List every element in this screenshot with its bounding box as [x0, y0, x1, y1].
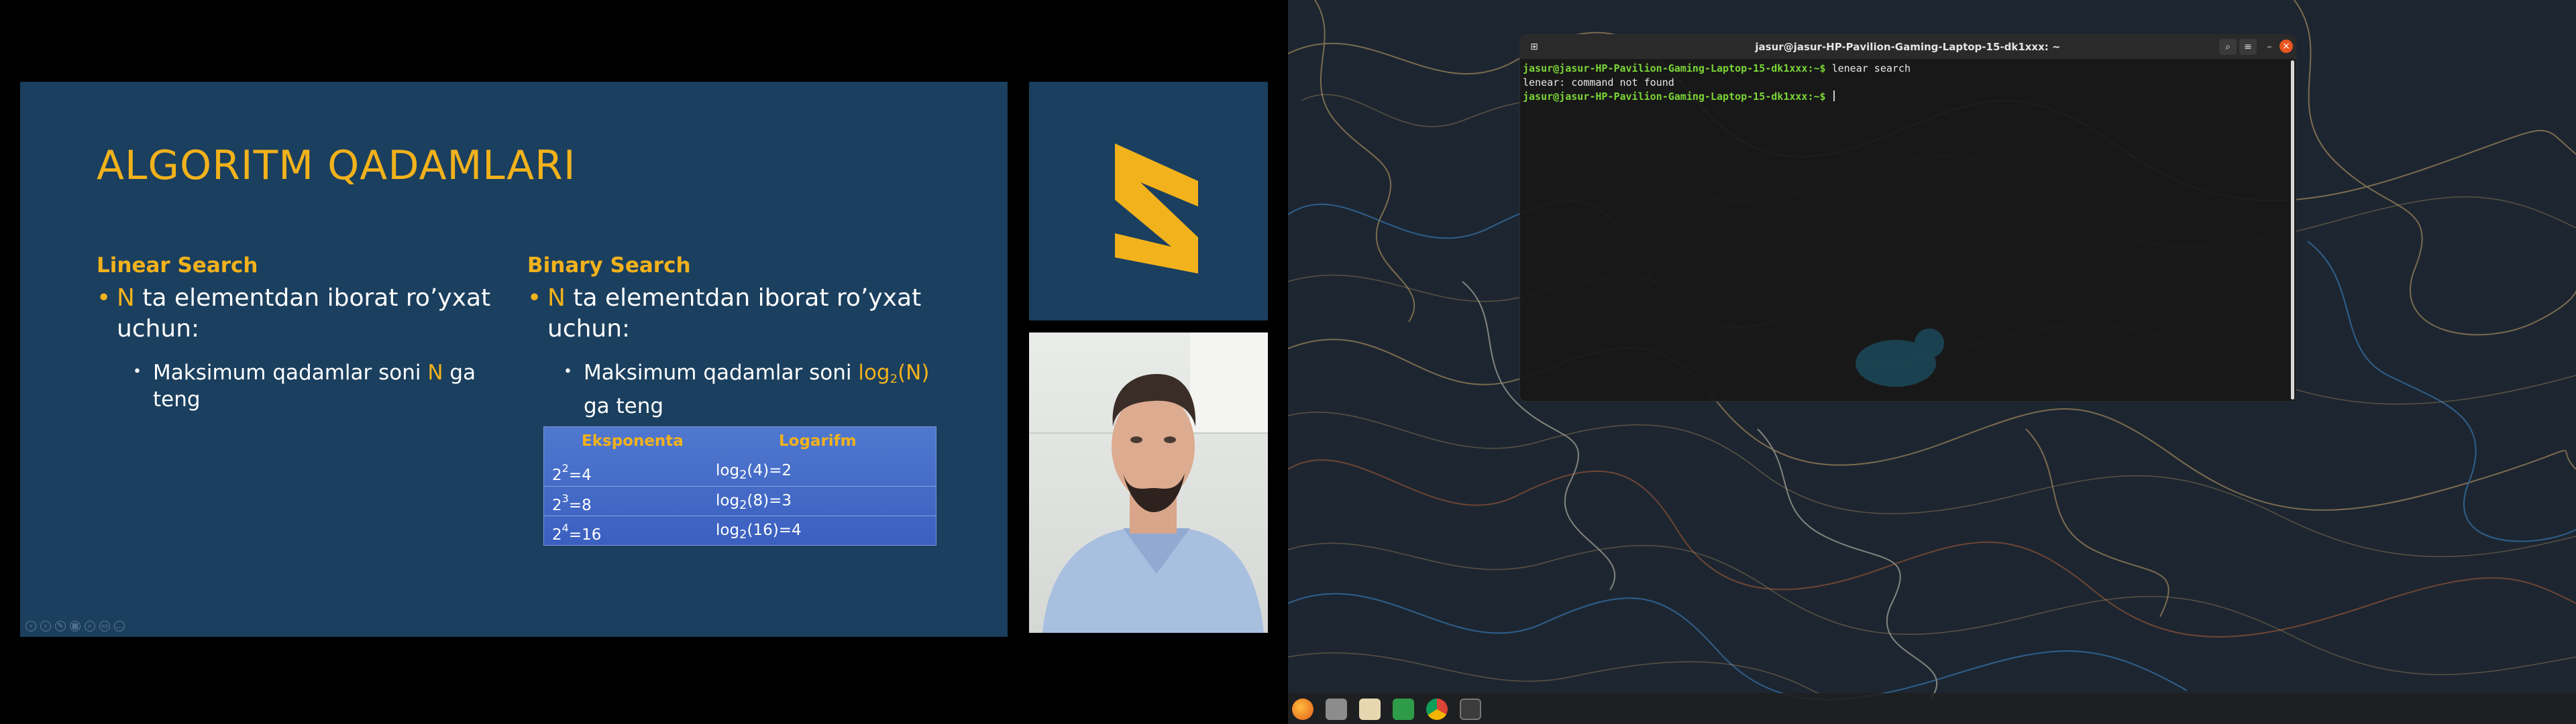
- slides-grid-icon[interactable]: ▦: [70, 621, 80, 631]
- chevron-logo-icon: [1115, 143, 1198, 274]
- terminal-titlebar[interactable]: ⊞ jasur@jasur-HP-Pavilion-Gaming-Laptop-…: [1520, 35, 2296, 59]
- terminal-line: jasur@jasur-HP-Pavilion-Gaming-Laptop-15…: [1523, 62, 1911, 74]
- binary-subbullet: • Maksimum qadamlar soni log2(N) ga teng: [564, 361, 930, 418]
- slide-controls: ‹ › ✎ ▦ ⌕ ▭ …: [25, 621, 125, 631]
- zoom-icon[interactable]: ⌕: [85, 621, 95, 631]
- binary-search-heading: Binary Search: [527, 253, 691, 278]
- linear-subbullet: • Maksimum qadamlar soni N ga teng: [133, 361, 476, 412]
- exponent-log-table: Eksponenta Logarifm 22=4 log2(4)=2 23=8 …: [543, 426, 936, 546]
- linear-search-heading: Linear Search: [97, 253, 258, 278]
- hamburger-icon[interactable]: ≡: [2239, 39, 2257, 55]
- firefox-icon[interactable]: [1292, 699, 1313, 720]
- binary-bullet: • N ta elementdan iborat ro’yxat uchun:: [527, 284, 922, 343]
- terminal-line: lenear: command not found: [1523, 76, 1674, 88]
- linear-search-column: Linear Search • N ta elementdan iborat r…: [97, 253, 499, 413]
- logo-tile: [1029, 82, 1268, 320]
- minimize-icon[interactable]: –: [2261, 39, 2278, 55]
- video-capture-panel: ALGORITM QADAMLARI Linear Search • N ta …: [0, 0, 1288, 724]
- next-slide-icon[interactable]: ›: [40, 621, 51, 631]
- terminal-title: jasur@jasur-HP-Pavilion-Gaming-Laptop-15…: [1755, 41, 2061, 53]
- presentation-slide: ALGORITM QADAMLARI Linear Search • N ta …: [20, 82, 1008, 637]
- table-header-exponent: Eksponenta: [582, 432, 684, 450]
- webcam-video: [1029, 333, 1268, 633]
- table-row: 23=8 log2(8)=3: [544, 486, 936, 516]
- terminal-window[interactable]: ⊞ jasur@jasur-HP-Pavilion-Gaming-Laptop-…: [1520, 35, 2296, 401]
- mascot-watermark-icon: [1856, 328, 1944, 387]
- pen-icon[interactable]: ✎: [55, 621, 66, 631]
- subtitles-icon[interactable]: ▭: [99, 621, 110, 631]
- close-icon[interactable]: ×: [2279, 40, 2293, 53]
- desktop: ⊞ jasur@jasur-HP-Pavilion-Gaming-Laptop-…: [1288, 0, 2576, 724]
- binary-search-column: Binary Search • N ta elementdan iborat r…: [527, 253, 930, 420]
- slide-title: ALGORITM QADAMLARI: [97, 142, 576, 189]
- bullet-dot: •: [97, 284, 111, 312]
- chrome-icon[interactable]: [1426, 699, 1448, 720]
- terminal-line: jasur@jasur-HP-Pavilion-Gaming-Laptop-15…: [1523, 90, 2289, 104]
- linear-bullet: • N ta elementdan iborat ro’yxat uchun:: [97, 284, 491, 343]
- terminal-scrollbar[interactable]: [2291, 60, 2294, 400]
- presenter-avatar: [1029, 333, 1268, 633]
- search-icon[interactable]: ⌕: [2219, 39, 2237, 55]
- table-header-logarithm: Logarifm: [779, 432, 857, 450]
- spreadsheet-icon[interactable]: [1393, 699, 1414, 720]
- table-header-row: Eksponenta Logarifm: [544, 427, 936, 457]
- file-manager-icon[interactable]: [1326, 699, 1347, 720]
- previous-slide-icon[interactable]: ‹: [25, 621, 36, 631]
- terminal-icon[interactable]: [1460, 699, 1481, 720]
- text-cursor: [1833, 90, 1835, 101]
- more-options-icon[interactable]: …: [114, 621, 125, 631]
- table-row: 24=16 log2(16)=4: [544, 516, 936, 545]
- text-editor-icon[interactable]: [1359, 699, 1381, 720]
- table-row: 22=4 log2(4)=2: [552, 462, 792, 484]
- dock: [1288, 693, 2576, 724]
